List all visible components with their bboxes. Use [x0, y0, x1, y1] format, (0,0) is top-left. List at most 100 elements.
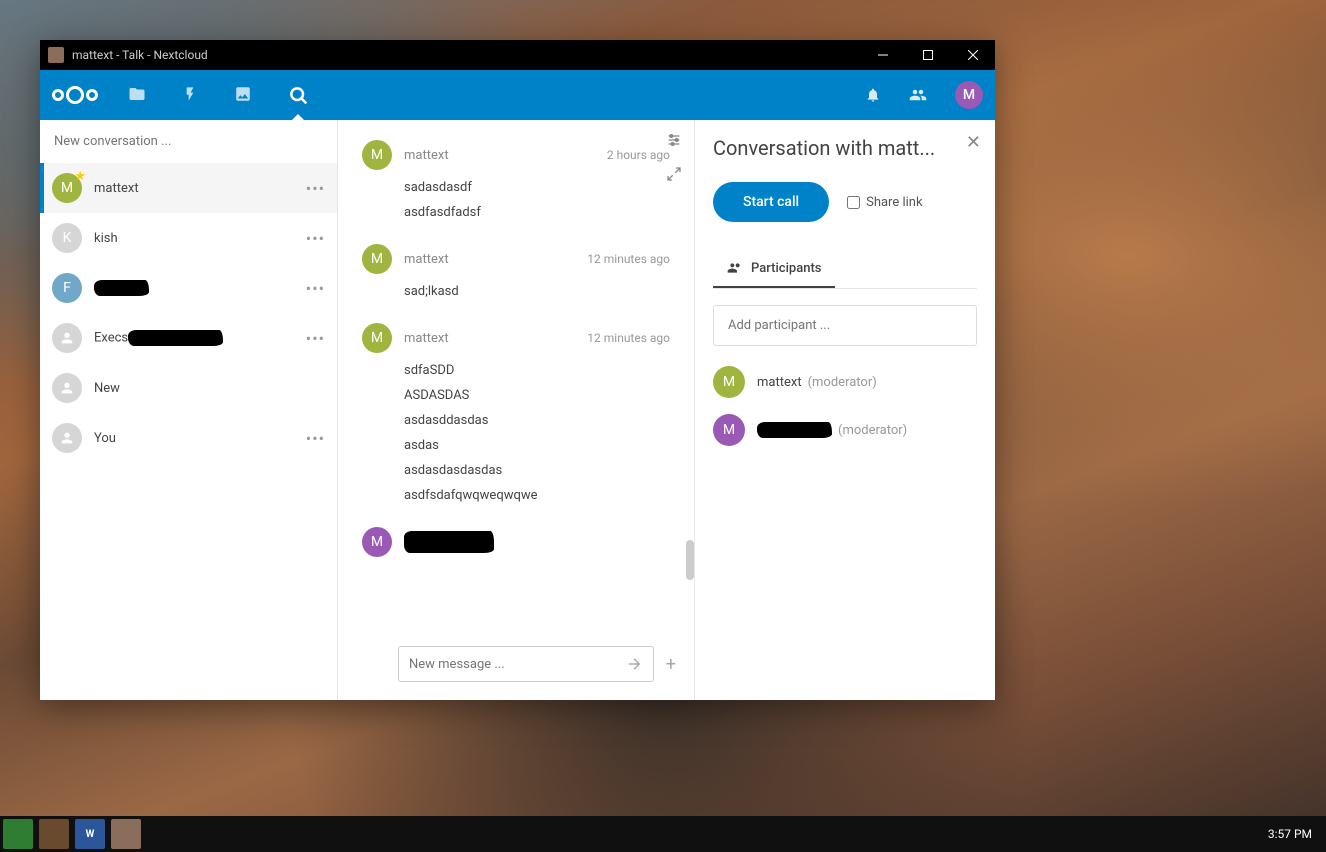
user-avatar[interactable]: M: [955, 81, 983, 109]
conversation-item[interactable]: New: [40, 363, 337, 413]
notifications-icon[interactable]: [865, 87, 881, 103]
message-input[interactable]: [409, 657, 625, 672]
conversation-name: Execs: [94, 330, 306, 346]
redacted-text: [757, 422, 832, 438]
participant-role: (moderator): [838, 423, 907, 438]
message-text: ASDASDAS: [404, 388, 670, 403]
share-link-label: Share link: [866, 195, 922, 210]
conversation-item[interactable]: Execs•••: [40, 313, 337, 363]
participants-tab-label: Participants: [751, 261, 821, 276]
avatar: [52, 423, 82, 453]
message-author: mattext: [404, 148, 449, 163]
avatar: [52, 373, 82, 403]
conversation-item[interactable]: You•••: [40, 413, 337, 463]
conversation-menu-icon[interactable]: •••: [306, 279, 325, 298]
minimize-button[interactable]: [860, 40, 905, 70]
chat-settings-icon[interactable]: [666, 132, 682, 148]
avatar: M★: [52, 173, 82, 203]
message-group: M: [362, 527, 670, 557]
message-text: sad;lkasd: [404, 284, 670, 299]
redacted-text: [404, 531, 494, 553]
message-author: [404, 531, 494, 553]
send-icon[interactable]: [625, 655, 643, 673]
taskbar[interactable]: W 3:57 PM: [0, 816, 1326, 852]
conversation-menu-icon[interactable]: •••: [306, 179, 325, 198]
conversation-menu-icon[interactable]: •••: [306, 329, 325, 348]
conversation-menu-icon[interactable]: •••: [306, 229, 325, 248]
redacted-text: [128, 330, 223, 346]
share-link-checkbox[interactable]: Share link: [847, 195, 922, 210]
nextcloud-logo[interactable]: [52, 86, 98, 104]
message-author: mattext: [404, 252, 449, 267]
chat-area: Mmattext 2 hours ago sadasdasdf asdfasdfads…: [338, 120, 695, 700]
avatar: F: [52, 273, 82, 303]
fullscreen-icon[interactable]: [666, 166, 682, 182]
gallery-icon[interactable]: [234, 85, 252, 105]
contacts-icon[interactable]: [909, 86, 927, 104]
redacted-text: [94, 280, 149, 296]
details-panel: ✕ Conversation with matt... Start call S…: [695, 120, 995, 700]
talk-icon[interactable]: [288, 85, 308, 105]
participant-name: [757, 422, 832, 438]
message-text: asdas: [404, 438, 670, 453]
new-conversation-input[interactable]: [40, 120, 337, 163]
conversation-sidebar: M★mattext•••Kkish•••F•••Execs•••NewYou••…: [40, 120, 338, 700]
titlebar: mattext - Talk - Nextcloud: [40, 40, 995, 70]
close-panel-icon[interactable]: ✕: [966, 132, 981, 153]
conversation-name: kish: [94, 231, 306, 246]
avatar: M: [362, 323, 392, 353]
avatar: M: [362, 527, 392, 557]
chat-tools: [666, 132, 682, 182]
taskbar-nextcloud[interactable]: [111, 819, 141, 849]
participant-item[interactable]: Mmattext (moderator): [713, 366, 977, 398]
scrollbar-handle[interactable]: [686, 540, 694, 580]
conversation-name: [94, 280, 306, 296]
conversation-menu-icon[interactable]: •••: [306, 429, 325, 448]
message-group: Mmattext 2 hours ago sadasdasdf asdfasdfads…: [362, 140, 670, 220]
participant-name: mattext: [757, 375, 802, 390]
participants-tab[interactable]: Participants: [713, 250, 835, 288]
message-text: asdfsdafqwqweqwqwe: [404, 488, 670, 503]
conversation-item[interactable]: F •••: [40, 263, 337, 313]
attach-icon[interactable]: +: [666, 654, 676, 675]
window-title: mattext - Talk - Nextcloud: [72, 48, 860, 62]
taskbar-clock[interactable]: 3:57 PM: [1254, 827, 1326, 841]
message-time: 2 hours ago: [607, 148, 670, 162]
avatar: M: [362, 244, 392, 274]
star-icon: ★: [74, 169, 86, 184]
message-text: sdfaSDD: [404, 363, 670, 378]
message-group: Mmattext 12 minutes ago sad;lkasd: [362, 244, 670, 299]
avatar: M: [362, 140, 392, 170]
app-header: M: [40, 70, 995, 120]
taskbar-app-2[interactable]: [39, 819, 69, 849]
message-text: asdasddasdas: [404, 413, 670, 428]
conversation-item[interactable]: M★ mattext•••: [40, 163, 337, 213]
message-group: Mmattext12 minutes agosdfaSDDASDASDASasd…: [362, 323, 670, 503]
message-text: asdfasdfadsf: [404, 205, 670, 220]
avatar: M: [713, 414, 745, 446]
conversation-name: mattext: [94, 181, 306, 196]
taskbar-word[interactable]: W: [75, 819, 105, 849]
conversation-name: You: [94, 431, 306, 446]
participant-role: (moderator): [808, 375, 877, 390]
close-button[interactable]: [950, 40, 995, 70]
participant-item[interactable]: M (moderator): [713, 414, 977, 446]
add-participant-input[interactable]: [713, 305, 977, 346]
activity-icon[interactable]: [182, 85, 198, 105]
message-text: asdasdasdasdas: [404, 463, 670, 478]
taskbar-app-1[interactable]: [3, 819, 33, 849]
message-input-container: [398, 646, 654, 682]
conversation-name: New: [94, 381, 325, 396]
conversation-title: Conversation with matt...: [713, 136, 977, 160]
conversation-item[interactable]: Kkish•••: [40, 213, 337, 263]
message-time: 12 minutes ago: [587, 331, 670, 345]
avatar: K: [52, 223, 82, 253]
avatar: M: [713, 366, 745, 398]
message-text: sadasdasdf: [404, 180, 670, 195]
start-call-button[interactable]: Start call: [713, 182, 829, 222]
maximize-button[interactable]: [905, 40, 950, 70]
app-window: mattext - Talk - Nextcloud: [40, 40, 995, 700]
message-time: 12 minutes ago: [587, 252, 670, 266]
avatar: [52, 323, 82, 353]
files-icon[interactable]: [128, 85, 146, 105]
